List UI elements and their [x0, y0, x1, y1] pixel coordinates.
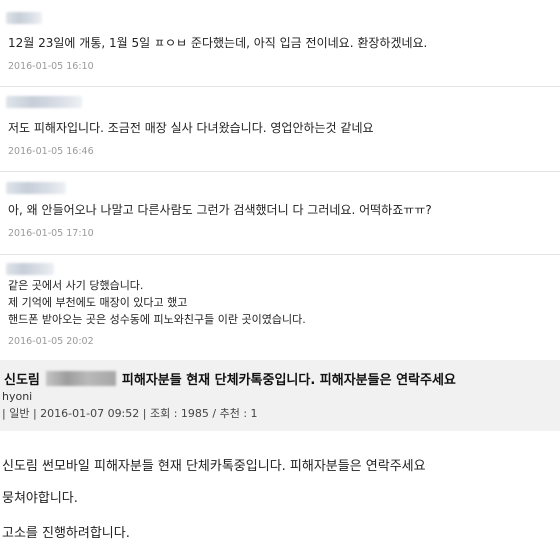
redacted-shop-name	[45, 371, 116, 386]
comment-line: 핸드폰 받아오는 곳은 성수동에 피노와친구들 이란 곳이였습니다.	[8, 313, 306, 326]
comment-line: 같은 곳에서 사기 당했습니다.	[8, 279, 144, 292]
post-title-prefix: 신도림	[4, 373, 40, 388]
post-title[interactable]: 신도림 피해자분들 현재 단체카톡중입니다. 피해자분들은 연락주세요	[4, 369, 456, 388]
post-body-line: 고소를 진행하려합니다.	[2, 526, 130, 541]
post-body-line: 신도림 썬모바일 피해자분들 현재 단체카톡중입니다. 피해자분들은 연락주세요	[2, 459, 426, 474]
comment-date: 2016-01-05 16:10	[8, 61, 94, 72]
post-header: 신도림 피해자분들 현재 단체카톡중입니다. 피해자분들은 연락주세요 hyoni…	[0, 360, 560, 431]
comment-text: 12월 23일에 개통, 1월 5일 ㅍㅇㅂ 준다했는데, 아직 입금 전이네요…	[8, 36, 428, 50]
comment-divider	[0, 171, 560, 172]
comment-text: 저도 피해자입니다. 조금전 매장 실사 다녀왔습니다. 영업안하는것 같네요	[8, 121, 374, 135]
commenter-name-blurred	[6, 96, 82, 108]
post-meta: | 일반 | 2016-01-07 09:52 | 조회 : 1985 / 추천…	[2, 407, 258, 420]
comment-divider	[0, 254, 560, 255]
comment-text: 아, 왜 안들어오나 나말고 다른사람도 그런가 검색했더니 다 그러네요. 어…	[8, 203, 432, 217]
comment-divider	[0, 86, 560, 87]
comment-line: 제 기억에 부천에도 매장이 있다고 했고	[8, 296, 188, 309]
commenter-name-blurred	[6, 263, 54, 275]
post-body-line: 뭉쳐야합니다.	[2, 491, 78, 506]
commenter-name-blurred	[6, 12, 42, 24]
comment-date: 2016-01-05 20:02	[8, 336, 94, 347]
comment-date: 2016-01-05 16:46	[8, 146, 94, 157]
comment-date: 2016-01-05 17:10	[8, 228, 94, 239]
post-author[interactable]: hyoni	[2, 390, 32, 403]
commenter-name-blurred	[6, 182, 66, 194]
post-title-suffix: 피해자분들 현재 단체카톡중입니다. 피해자분들은 연락주세요	[121, 373, 456, 388]
